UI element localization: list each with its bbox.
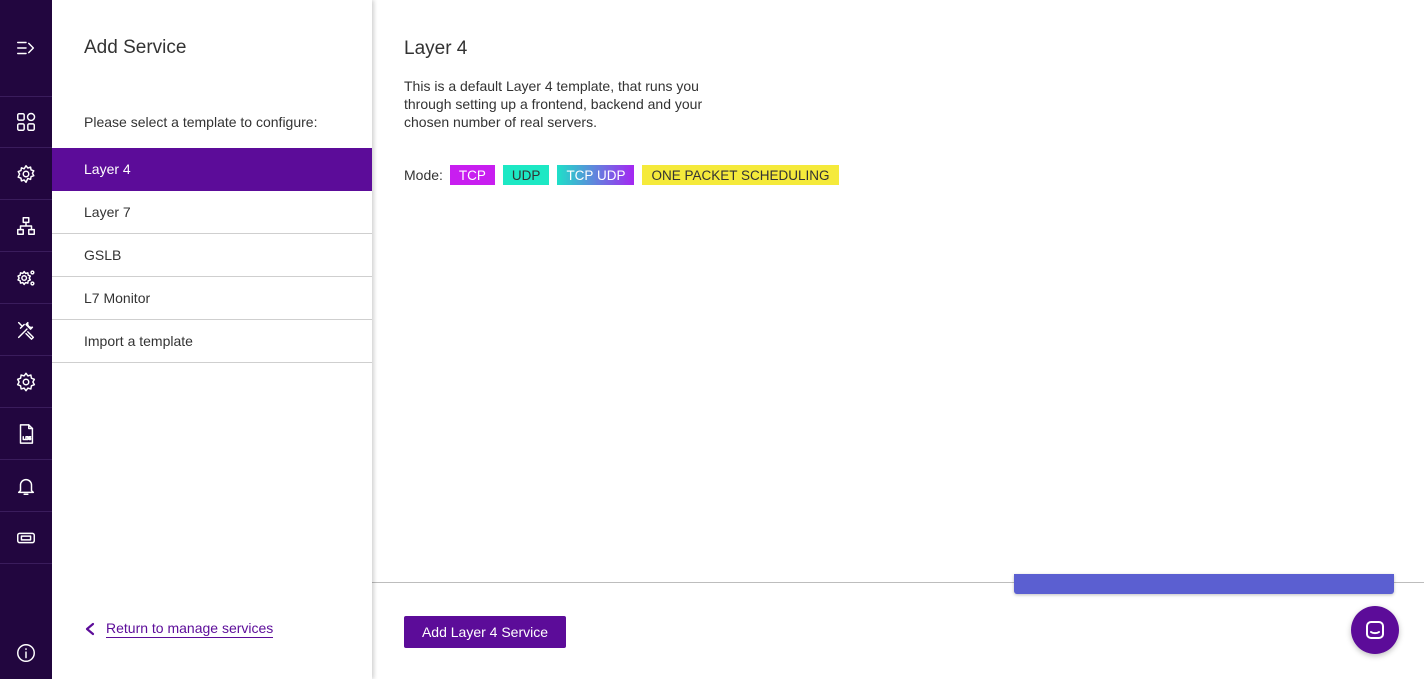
- support-ticket-button[interactable]: [0, 512, 52, 564]
- services-button[interactable]: [0, 148, 52, 200]
- dashboard-button[interactable]: [0, 96, 52, 148]
- mode-badge-tcp: TCP: [449, 165, 495, 185]
- network-button[interactable]: [0, 200, 52, 252]
- dashboard-icon: [17, 112, 36, 131]
- template-item-gslb[interactable]: GSLB: [52, 234, 372, 277]
- info-button[interactable]: [0, 627, 52, 679]
- chevron-left-icon: [85, 622, 95, 636]
- template-prompt: Please select a template to configure:: [84, 114, 318, 130]
- logs-button[interactable]: [0, 408, 52, 460]
- template-title: Layer 4: [404, 38, 468, 59]
- add-service-button[interactable]: Add Layer 4 Service: [404, 616, 566, 648]
- template-item-layer-7[interactable]: Layer 7: [52, 191, 372, 234]
- network-icon: [17, 216, 35, 235]
- template-list: Layer 4 Layer 7 GSLB L7 Monitor Import a…: [52, 148, 372, 363]
- mode-row: Mode: TCP UDP TCP UDP ONE PACKET SCHEDUL…: [404, 165, 847, 185]
- advanced-settings-icon: [17, 269, 35, 286]
- tools-icon: [17, 321, 35, 340]
- mode-label: Mode:: [404, 167, 443, 183]
- log-file-icon: [19, 423, 34, 444]
- template-details: Layer 4 This is a default Layer 4 templa…: [372, 0, 1424, 679]
- template-item-l7-monitor[interactable]: L7 Monitor: [52, 277, 372, 320]
- notifications-button[interactable]: [0, 460, 52, 512]
- tools-button[interactable]: [0, 304, 52, 356]
- icon-rail: [0, 0, 52, 679]
- advanced-settings-button[interactable]: [0, 252, 52, 304]
- mode-badge-udp: UDP: [502, 165, 550, 185]
- services-cog-icon: [17, 164, 35, 183]
- mode-badge-one-packet-scheduling: ONE PACKET SCHEDULING: [642, 165, 839, 185]
- expand-menu-button[interactable]: [0, 22, 52, 74]
- expand-menu-icon: [17, 41, 35, 55]
- return-to-services-link[interactable]: Return to manage services: [84, 620, 274, 638]
- notifications-bell-icon: [17, 478, 35, 495]
- panel-title: Add Service: [84, 37, 187, 58]
- template-panel: Add Service Please select a template to …: [52, 0, 372, 679]
- mode-badge-tcp-udp: TCP UDP: [557, 165, 635, 185]
- settings-icon: [16, 372, 36, 391]
- notification-banner: [1014, 574, 1394, 594]
- template-item-import[interactable]: Import a template: [52, 320, 372, 363]
- chat-icon: [1366, 621, 1384, 639]
- info-icon: [17, 644, 35, 662]
- return-link-label: Return to manage services: [106, 620, 274, 638]
- ticket-icon: [17, 532, 35, 543]
- template-item-layer-4[interactable]: Layer 4: [52, 148, 372, 191]
- settings-button[interactable]: [0, 356, 52, 408]
- chat-launcher-button[interactable]: [1351, 606, 1399, 654]
- template-description: This is a default Layer 4 template, that…: [404, 78, 703, 130]
